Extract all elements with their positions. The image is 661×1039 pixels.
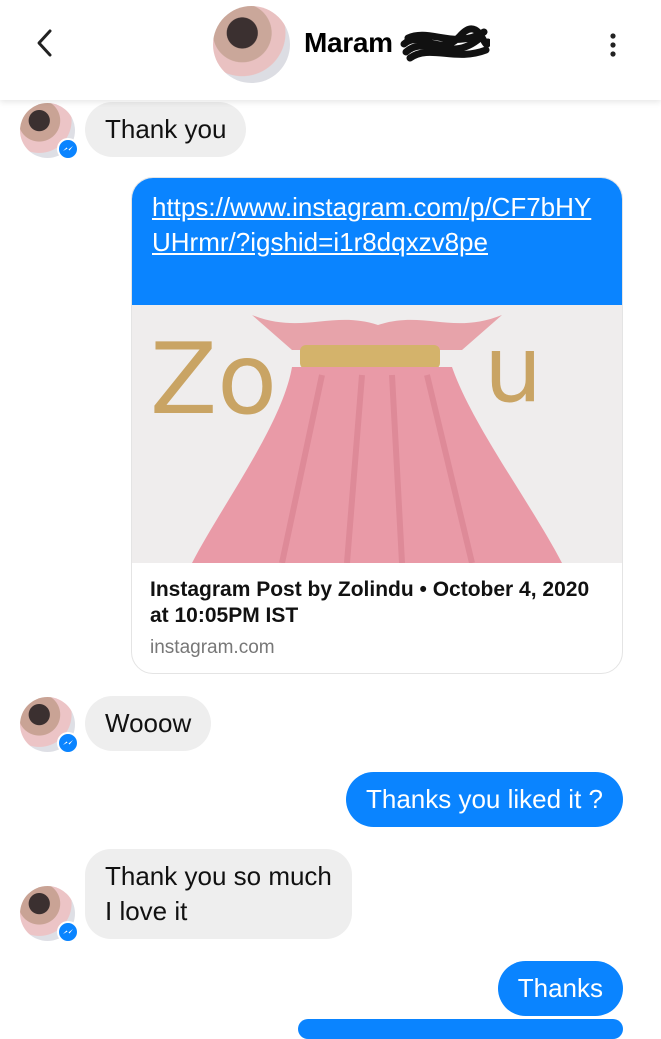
link-url[interactable]: https://www.instagram.com/p/CF7bHYUHrmr/… — [152, 190, 602, 260]
messenger-badge — [57, 921, 79, 943]
sender-avatar[interactable] — [20, 697, 79, 754]
contact-avatar[interactable] — [213, 6, 290, 83]
redaction-scribble — [400, 25, 490, 62]
sender-avatar[interactable] — [20, 886, 79, 943]
link-url-bubble: https://www.instagram.com/p/CF7bHYUHrmr/… — [132, 178, 622, 305]
link-preview-domain: instagram.com — [150, 637, 275, 658]
messenger-badge-icon — [63, 929, 73, 934]
sender-avatar[interactable] — [20, 103, 79, 160]
link-preview-image[interactable]: Zo u — [132, 305, 622, 563]
more-vertical-icon — [610, 33, 616, 57]
more-options-button[interactable] — [601, 30, 625, 60]
contact-name[interactable]: Maram — [304, 27, 393, 59]
messenger-badge — [57, 732, 79, 754]
svg-text:Zo: Zo — [150, 323, 277, 437]
link-message[interactable]: https://www.instagram.com/p/CF7bHYUHrmr/… — [131, 177, 623, 674]
back-chevron-icon — [37, 29, 52, 57]
incoming-message[interactable]: Wooow — [85, 696, 212, 751]
outgoing-message-partial[interactable] — [298, 1019, 623, 1039]
outgoing-message[interactable]: Thanks you liked it ? — [345, 772, 623, 827]
message-line: I love it — [105, 896, 188, 926]
messenger-badge-icon — [63, 740, 73, 745]
messenger-badge — [57, 138, 79, 160]
incoming-message[interactable]: Thank you so much I love it — [85, 849, 352, 939]
svg-text:u: u — [484, 316, 542, 423]
back-button[interactable] — [30, 28, 60, 58]
dress-image: Zo u — [132, 305, 622, 563]
chat-header: Maram — [0, 0, 661, 100]
link-preview-title: Instagram Post by Zolindu • October 4, 2… — [150, 578, 590, 627]
outgoing-message[interactable]: Thanks — [497, 961, 623, 1016]
message-line: Thank you so much — [105, 861, 332, 891]
messenger-badge-icon — [63, 146, 73, 151]
incoming-message[interactable]: Thank you — [85, 102, 247, 157]
